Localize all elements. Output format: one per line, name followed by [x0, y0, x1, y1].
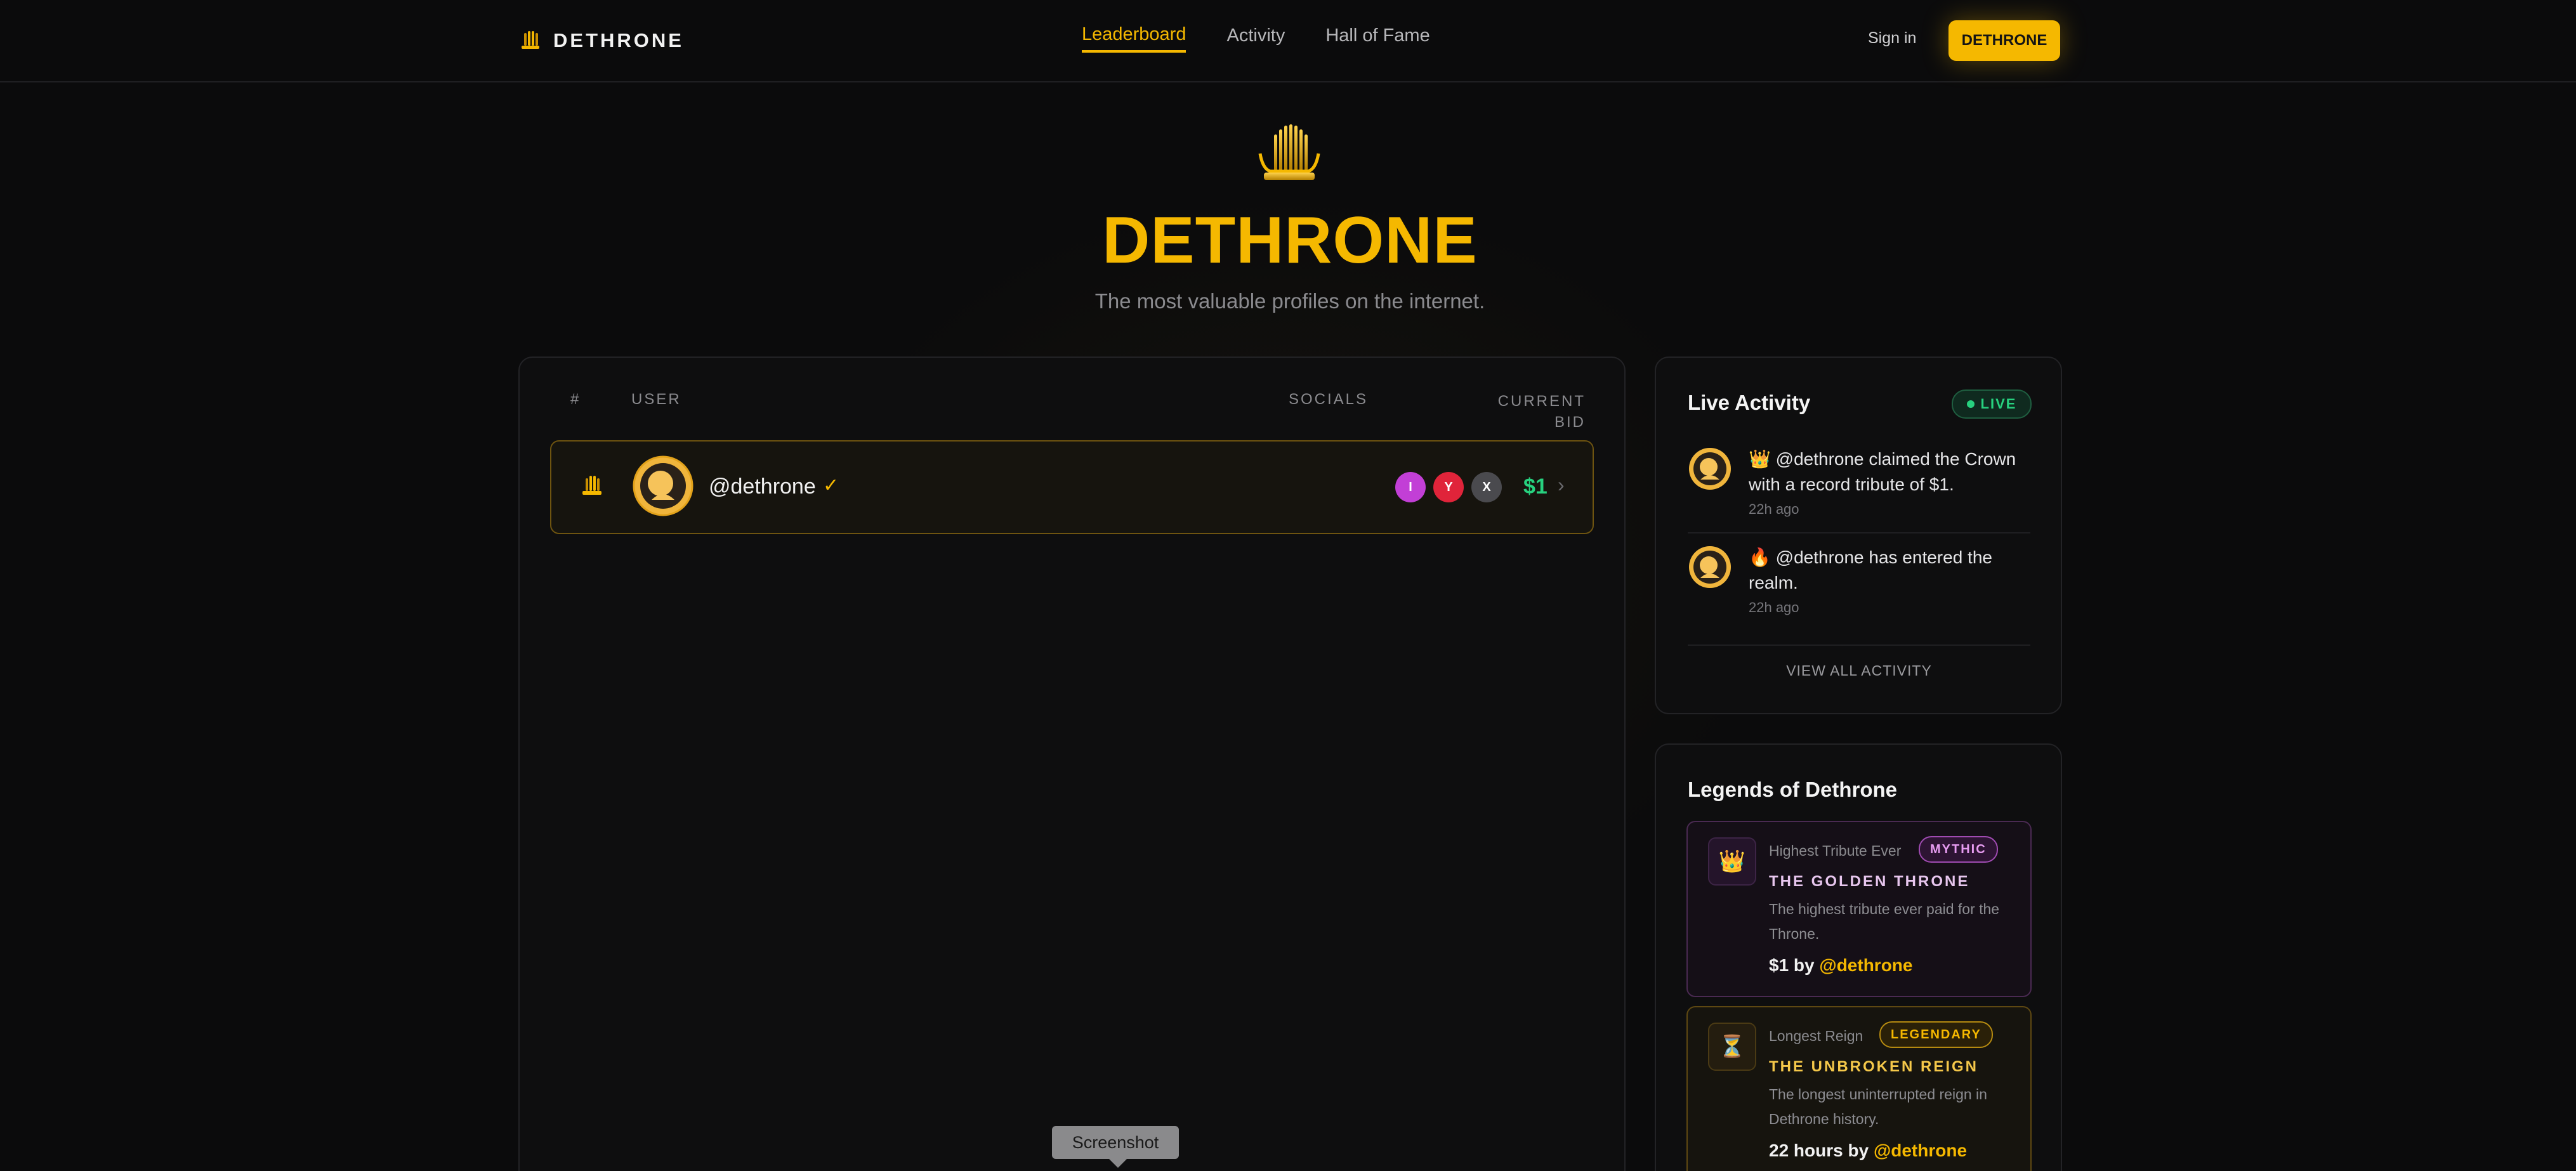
legend-value: 22 hours by @dethrone — [1769, 1141, 1967, 1161]
legend-card-golden-throne[interactable]: 👑 Highest Tribute Ever MYTHIC THE GOLDEN… — [1686, 821, 2032, 997]
header-socials: SOCIALS — [1289, 391, 1369, 408]
throne-rank-icon — [582, 476, 601, 495]
throne-hero-icon — [1258, 124, 1320, 180]
legend-value-text: 22 hours by — [1769, 1141, 1874, 1160]
legend-description: The highest tribute ever paid for the Th… — [1769, 901, 2000, 942]
brand-logo[interactable]: DETHRONE — [519, 25, 684, 56]
legend-category: Highest Tribute Ever — [1769, 842, 1902, 859]
legend-user-link[interactable]: @dethrone — [1819, 955, 1912, 975]
nav-links: Leaderboard Activity Hall of Fame — [1082, 24, 1430, 53]
activity-time: 22h ago — [1749, 599, 1799, 615]
avatar — [1689, 546, 1731, 588]
nav-activity[interactable]: Activity — [1226, 25, 1285, 51]
legend-card-unbroken-reign[interactable]: ⏳ Longest Reign LEGENDARY THE UNBROKEN R… — [1686, 1006, 2032, 1171]
dethrone-button[interactable]: DETHRONE — [1948, 20, 2060, 61]
legend-name: THE GOLDEN THRONE — [1769, 873, 1970, 890]
legend-category: Longest Reign — [1769, 1028, 1863, 1044]
header-current-bid: CURRENT BID — [1497, 393, 1586, 431]
top-nav: DETHRONE Leaderboard Activity Hall of Fa… — [0, 0, 2576, 82]
live-activity-title: Live Activity — [1688, 391, 1811, 414]
username[interactable]: @dethrone — [709, 474, 816, 499]
avatar — [1689, 448, 1731, 490]
nav-hall-of-fame[interactable]: Hall of Fame — [1325, 25, 1429, 51]
legend-value-text: $1 by — [1769, 955, 1820, 975]
hourglass-icon: ⏳ — [1708, 1023, 1756, 1071]
leaderboard-table: # USER SOCIALS CURRENT BID @dethrone ✓ I… — [518, 357, 1626, 1171]
chevron-right-icon[interactable]: › — [1558, 473, 1565, 497]
header-rank: # — [570, 391, 581, 408]
live-dot-icon — [1966, 400, 1975, 408]
legend-value: $1 by @dethrone — [1769, 955, 1912, 976]
activity-text: 👑 @dethrone claimed the Crown with a rec… — [1749, 449, 2016, 494]
instagram-icon[interactable]: I — [1395, 472, 1426, 502]
x-icon[interactable]: X — [1471, 472, 1502, 502]
hero-subtitle: The most valuable profiles on the intern… — [1094, 289, 1485, 313]
legends-panel: Legends of Dethrone 👑 Highest Tribute Ev… — [1655, 743, 2062, 1171]
mythic-badge: MYTHIC — [1919, 836, 1998, 863]
live-label: LIVE — [1980, 396, 2017, 412]
legend-description: The longest uninterrupted reign in Dethr… — [1769, 1086, 1987, 1127]
sign-in-link[interactable]: Sign in — [1868, 29, 1916, 48]
avatar[interactable] — [633, 455, 693, 516]
legendary-badge: LEGENDARY — [1879, 1021, 1993, 1048]
crown-icon: 👑 — [1708, 837, 1756, 886]
live-badge: LIVE — [1952, 389, 2032, 419]
nav-leaderboard[interactable]: Leaderboard — [1082, 24, 1186, 53]
screenshot-tooltip: Screenshot — [1052, 1126, 1179, 1168]
activity-text: 🔥 @dethrone has entered the realm. — [1749, 547, 1992, 592]
brand-name: DETHRONE — [553, 29, 684, 51]
legend-name: THE UNBROKEN REIGN — [1769, 1058, 1979, 1075]
verified-icon: ✓ — [823, 475, 839, 496]
table-row[interactable]: @dethrone ✓ I Y X $1 › — [550, 440, 1594, 534]
activity-time: 22h ago — [1749, 501, 1799, 517]
legend-user-link[interactable]: @dethrone — [1874, 1141, 1967, 1160]
youtube-icon[interactable]: Y — [1433, 472, 1464, 502]
view-all-activity-link[interactable]: VIEW ALL ACTIVITY — [1688, 662, 2030, 679]
page: DETHRONE Leaderboard Activity Hall of Fa… — [0, 0, 2576, 1171]
header-user: USER — [631, 391, 681, 408]
current-bid: $1 — [1523, 474, 1548, 499]
legends-title: Legends of Dethrone — [1688, 778, 1898, 801]
live-activity-panel: Live Activity LIVE 👑 @dethrone claimed t… — [1655, 357, 2062, 714]
divider — [1688, 644, 2030, 646]
hero-title: DETHRONE — [1102, 204, 1478, 277]
throne-icon — [522, 31, 539, 49]
divider — [1688, 532, 2030, 533]
